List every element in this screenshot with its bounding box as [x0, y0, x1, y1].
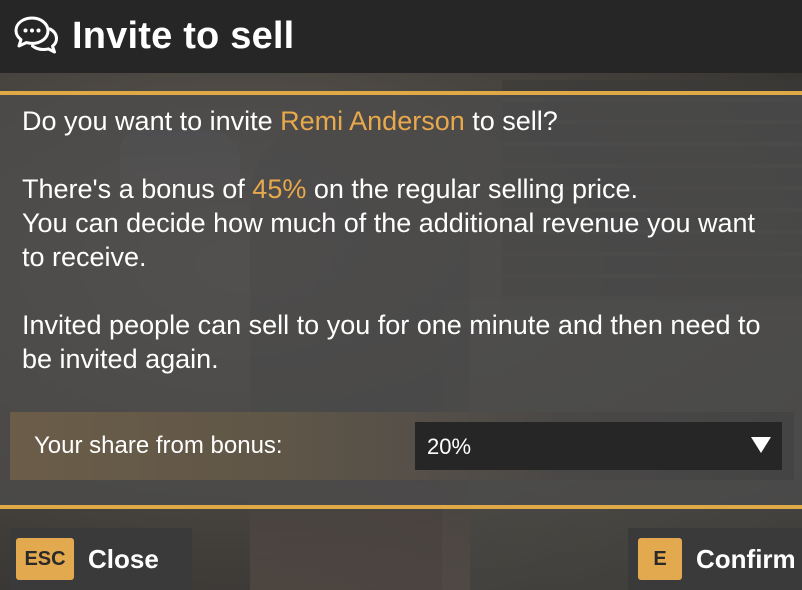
invitee-name: Remi Anderson	[280, 106, 465, 136]
footer-divider	[0, 505, 802, 509]
triangle-down-icon	[751, 437, 771, 453]
bonus-share-dropdown[interactable]: 20%	[415, 422, 782, 470]
esc-key-badge: ESC	[16, 538, 74, 580]
bonus-info: There's a bonus of 45% on the regular se…	[22, 172, 782, 274]
e-key-badge: E	[638, 538, 682, 580]
invite-question-prefix: Do you want to invite	[22, 106, 281, 136]
invite-question: Do you want to invite Remi Anderson to s…	[22, 104, 782, 138]
dialog-header: Invite to sell	[0, 0, 802, 73]
confirm-button-label: Confirm	[696, 543, 796, 574]
confirm-button[interactable]: E Confirm	[628, 528, 802, 590]
bonus-info-suffix: on the regular selling price.	[306, 174, 639, 204]
close-button-label: Close	[88, 543, 159, 574]
invite-to-sell-screen: Invite to sell Do you want to invite Rem…	[0, 0, 802, 590]
bonus-share-value: 20%	[427, 434, 472, 459]
chat-bubbles-icon	[14, 16, 58, 54]
close-button[interactable]: ESC Close	[10, 528, 192, 590]
bonus-share-row: Your share from bonus: 20%	[10, 412, 794, 480]
invite-duration-info: Invited people can sell to you for one m…	[22, 310, 761, 374]
bonus-share-label: Your share from bonus:	[34, 432, 283, 459]
revenue-info: You can decide how much of the additiona…	[22, 208, 756, 272]
dialog-title: Invite to sell	[72, 15, 295, 57]
invite-question-suffix: to sell?	[464, 106, 558, 136]
bonus-info-prefix: There's a bonus of	[22, 174, 253, 204]
dialog-message: Do you want to invite Remi Anderson to s…	[22, 104, 782, 376]
bonus-percentage: 45%	[252, 174, 307, 204]
